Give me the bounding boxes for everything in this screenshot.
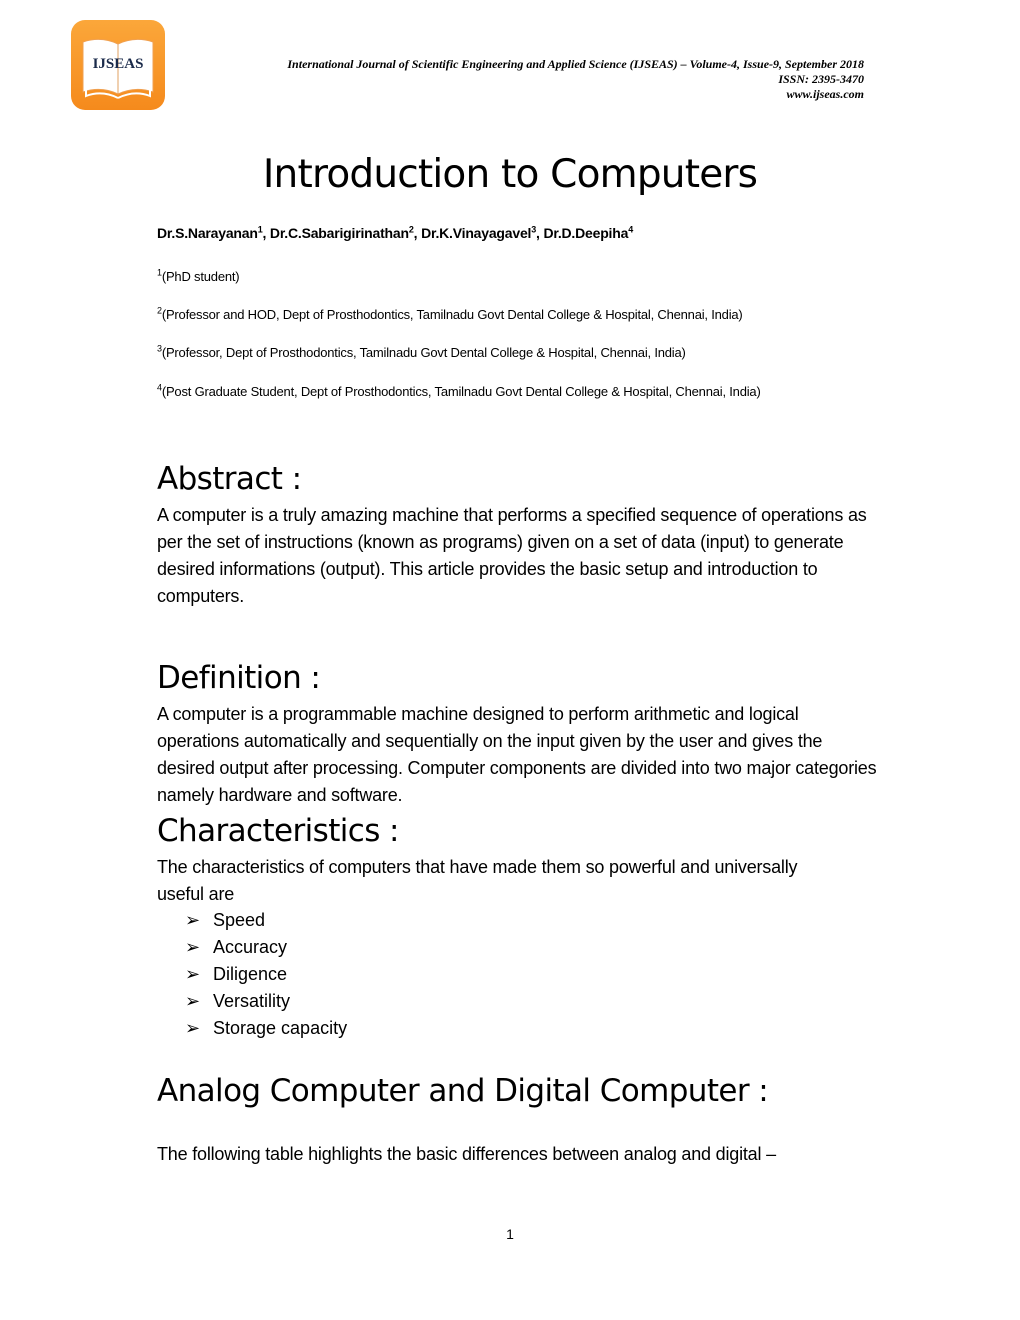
author: Dr.K.Vinayagavel3,: [421, 224, 544, 241]
definition-body: A computer is a programmable machine des…: [157, 704, 877, 805]
abstract-body: A computer is a truly amazing machine th…: [157, 505, 867, 606]
author-list: Dr.S.Narayanan1, Dr.C.Sabarigirinathan2,…: [157, 225, 633, 241]
list-item: ➢ Accuracy: [185, 934, 347, 961]
analog-digital-heading: Analog Computer and Digital Computer :: [157, 1073, 769, 1109]
abstract-heading: Abstract :: [157, 461, 302, 497]
characteristics-heading: Characteristics :: [157, 813, 399, 849]
list-item: ➢ Speed: [185, 907, 347, 934]
author: Dr.S.Narayanan1,: [157, 224, 270, 241]
page-number: 1: [506, 1226, 514, 1242]
author: Dr.D.Deepiha4: [543, 224, 633, 241]
list-item: ➢ Versatility: [185, 988, 347, 1015]
website-link[interactable]: www.ijseas.com: [287, 87, 864, 102]
journal-logo: IJSEAS: [71, 20, 165, 110]
affiliation: 4(Post Graduate Student, Dept of Prostho…: [157, 382, 761, 399]
affiliation: 2(Professor and HOD, Dept of Prosthodont…: [157, 305, 743, 322]
arrow-bullet-icon: ➢: [185, 910, 201, 930]
arrow-bullet-icon: ➢: [185, 964, 201, 984]
list-item: ➢ Diligence: [185, 961, 347, 988]
journal-citation: International Journal of Scientific Engi…: [287, 57, 864, 71]
arrow-bullet-icon: ➢: [185, 1018, 201, 1038]
issn: ISSN: 2395-3470: [778, 72, 864, 86]
analog-digital-body: The following table highlights the basic…: [157, 1144, 776, 1164]
arrow-bullet-icon: ➢: [185, 937, 201, 957]
definition-heading: Definition :: [157, 660, 321, 696]
paper-title: Introduction to Computers: [262, 152, 758, 197]
characteristics-list: ➢ Speed ➢ Accuracy ➢ Diligence ➢ Versatility…: [185, 907, 347, 1042]
logo-text: IJSEAS: [92, 56, 144, 72]
list-item: ➢ Storage capacity: [185, 1015, 347, 1042]
characteristics-body: The characteristics of computers that ha…: [157, 857, 798, 904]
affiliation: 3(Professor, Dept of Prosthodontics, Tam…: [157, 343, 686, 360]
journal-header: International Journal of Scientific Engi…: [287, 57, 864, 102]
arrow-bullet-icon: ➢: [185, 991, 201, 1011]
author: Dr.C.Sabarigirinathan2,: [269, 224, 422, 241]
affiliation: 1(PhD student): [157, 267, 240, 284]
